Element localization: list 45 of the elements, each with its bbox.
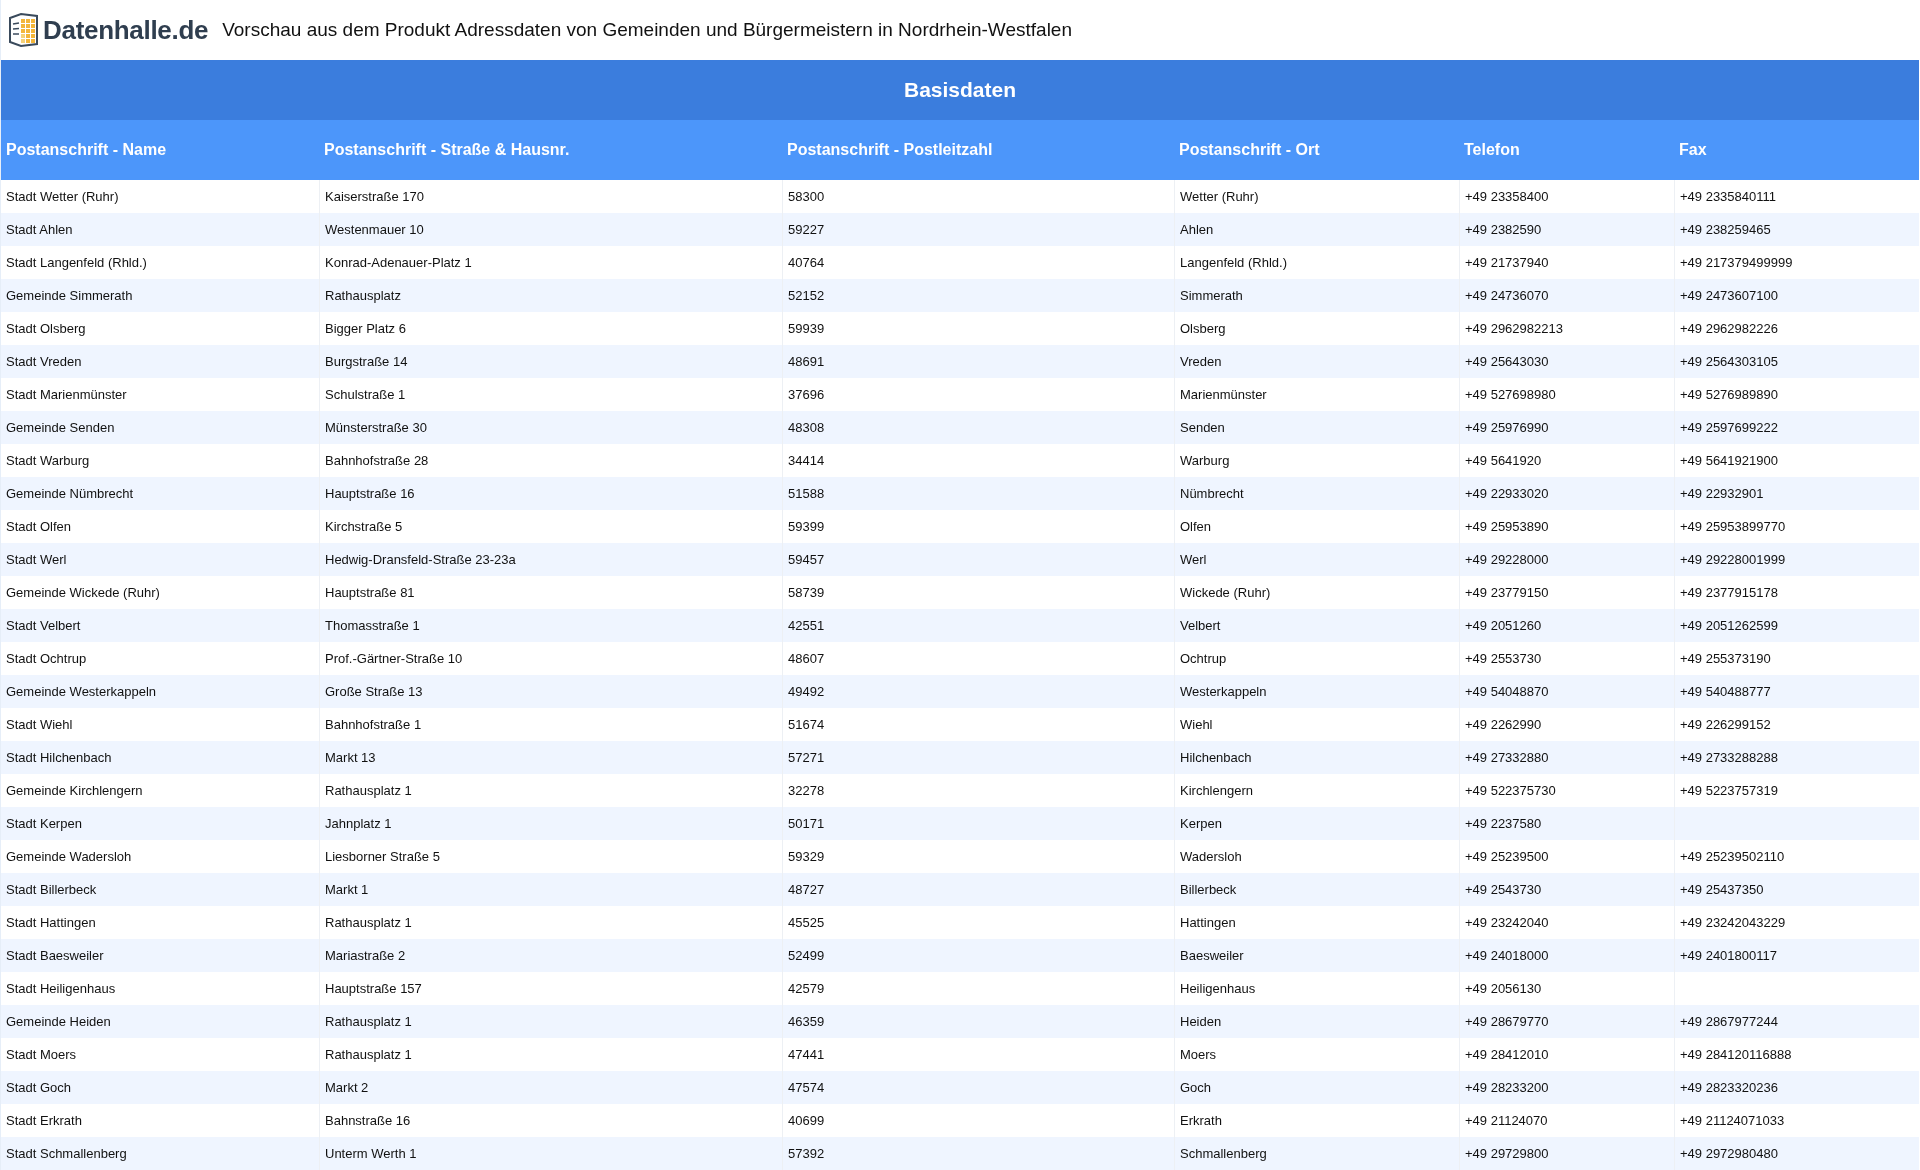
table-cell-text: Gemeinde Kirchlengern (5, 782, 144, 800)
table-cell-text: Gemeinde Senden (5, 419, 116, 437)
table-cell: Unterm Werth 1 (319, 1137, 782, 1170)
table-cell-text: Stadt Heiligenhaus (5, 980, 117, 998)
table-cell-text: Stadt Olfen (5, 518, 73, 536)
table-cell-text: Stadt Hilchenbach (5, 749, 113, 767)
table-cell-text: Stadt Olsberg (5, 320, 87, 338)
table-cell: 57392 (782, 1137, 1174, 1170)
server-logo-icon (7, 12, 39, 48)
table-cell-text: Stadt Werl (5, 551, 68, 569)
table-cell-text: Stadt Hattingen (5, 914, 97, 932)
page-title: Vorschau aus dem Produkt Adressdaten von Gemeinden und Bürgermeistern in Nordrhein-Westfalen (222, 19, 1072, 41)
table-header-cell-text: Postanschrift - Name (5, 140, 168, 160)
table-cell-text: Gemeinde Nümbrecht (5, 485, 135, 503)
table-cell-text: Gemeinde Wickede (Ruhr) (5, 584, 161, 602)
table-cell: Schmallenberg (1174, 1137, 1459, 1170)
table-header-cell-text: Telefon (1463, 140, 1521, 160)
table-cell-text: Stadt Baesweiler (5, 947, 105, 965)
table-cell-text: Stadt Billerbeck (5, 881, 98, 899)
table-cell-text: Stadt Marienmünster (5, 386, 128, 404)
table-cell-text: Stadt Wetter (Ruhr) (5, 188, 120, 206)
table-cell-text: Stadt Erkrath (5, 1112, 83, 1130)
table-header-cell-text: Fax (1678, 140, 1708, 160)
brand-name[interactable]: Datenhalle.de (43, 14, 209, 46)
table-cell-text: Stadt Warburg (5, 452, 91, 470)
table-cell-text: Gemeinde Simmerath (5, 287, 134, 305)
table-cell-text: Stadt Moers (5, 1046, 78, 1064)
table-cell-text: Stadt Vreden (5, 353, 83, 371)
table-cell: +49 29729800 (1459, 1137, 1674, 1170)
table-cell-text: Gemeinde Westerkappeln (5, 683, 158, 701)
table-cell-text: Stadt Wiehl (5, 716, 74, 734)
table-cell-text: Stadt Ahlen (5, 221, 74, 239)
table-cell: +49 2972980480 (1674, 1137, 1919, 1170)
table-cell-text: Gemeinde Wadersloh (5, 848, 133, 866)
section-banner: Basisdaten (1, 60, 1919, 120)
table-header-cell-text: Postanschrift - Ort (1178, 140, 1321, 160)
table-cell-text: Gemeinde Heiden (5, 1013, 112, 1031)
table-cell-text: Stadt Velbert (5, 617, 82, 635)
table-cell-text: Stadt Langenfeld (Rhld.) (5, 254, 148, 272)
table-header-cell-text: Postanschrift - Postleitzahl (786, 140, 994, 160)
table-cell-text: Stadt Goch (5, 1079, 73, 1097)
table-cell-text: Stadt Schmallenberg (5, 1145, 128, 1163)
table-cell-text: Stadt Kerpen (5, 815, 83, 833)
table-header-cell-text: Postanschrift - Straße & Hausnr. (323, 140, 571, 160)
table-cell-text: Stadt Ochtrup (5, 650, 88, 668)
